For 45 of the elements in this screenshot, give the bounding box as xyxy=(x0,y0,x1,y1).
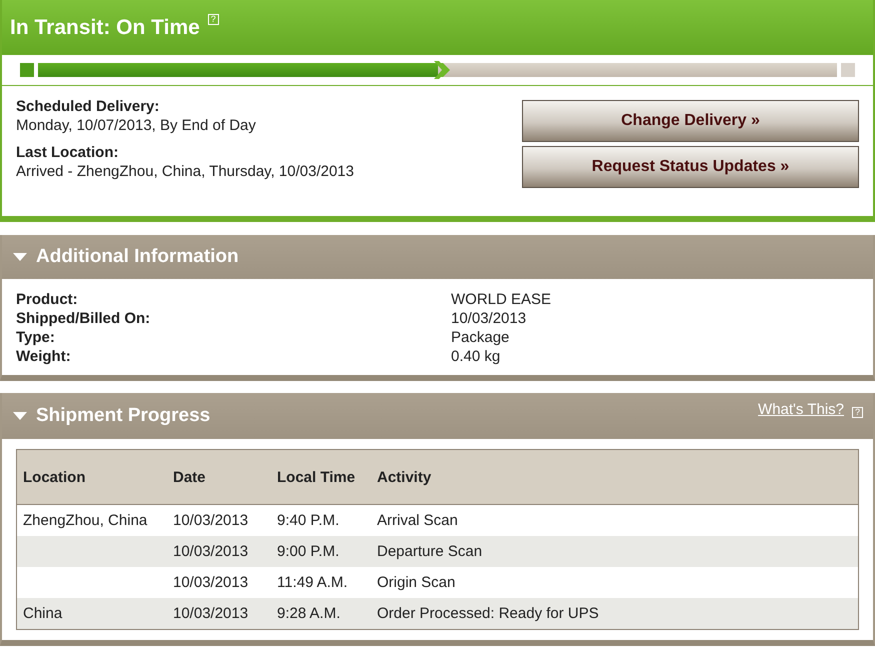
column-header: Local Time xyxy=(271,450,371,504)
info-label: Shipped/Billed On: xyxy=(16,310,152,327)
table-cell: China xyxy=(16,598,167,630)
action-button[interactable]: Change Delivery » xyxy=(522,100,859,142)
chevron-icon xyxy=(434,61,450,79)
table-cell: Arrival Scan xyxy=(371,504,858,536)
table-cell: Departure Scan xyxy=(371,536,858,567)
help-icon[interactable]: ? xyxy=(208,14,219,25)
field-label: Last Location: xyxy=(16,144,120,161)
action-button[interactable]: Request Status Updates » xyxy=(522,146,859,188)
table-cell: 10/03/2013 xyxy=(167,567,271,598)
info-label: Product: xyxy=(16,291,79,308)
column-header: Activity xyxy=(371,450,858,504)
table-cell: ZhengZhou, China xyxy=(16,504,167,536)
info-label: Type: xyxy=(16,329,56,346)
info-value: WORLD EASE xyxy=(451,291,552,308)
status-title: In Transit: On Time xyxy=(10,16,200,40)
whats-this-link[interactable]: What's This? xyxy=(758,401,844,418)
table-cell: 10/03/2013 xyxy=(167,598,271,630)
section-title: Additional Information xyxy=(36,246,239,268)
progress-end-marker xyxy=(841,63,855,77)
help-icon[interactable]: ? xyxy=(852,407,863,418)
field-label: Scheduled Delivery: xyxy=(16,98,160,115)
column-header: Date xyxy=(167,450,271,504)
collapse-triangle-icon[interactable] xyxy=(12,252,28,262)
field-value: Arrived - ZhengZhou, China, Thursday, 10/03/2013 xyxy=(16,163,354,180)
column-header: Location xyxy=(16,450,167,504)
table-cell: 11:49 A.M. xyxy=(271,567,371,598)
section-title: Shipment Progress xyxy=(36,405,210,427)
table-cell: Order Processed: Ready for UPS xyxy=(371,598,858,630)
collapse-triangle-icon[interactable] xyxy=(12,411,28,421)
table-cell: 9:28 A.M. xyxy=(271,598,371,630)
table-cell: Origin Scan xyxy=(371,567,858,598)
table-cell: 9:40 P.M. xyxy=(271,504,371,536)
info-value: Package xyxy=(451,329,510,346)
info-value: 0.40 kg xyxy=(451,348,502,365)
progress-start-marker xyxy=(20,63,34,77)
table-cell: 10/03/2013 xyxy=(167,536,271,567)
info-label: Weight: xyxy=(16,348,72,365)
section-header[interactable]: Additional Information xyxy=(2,235,873,279)
table-cell: 10/03/2013 xyxy=(167,504,271,536)
field-value: Monday, 10/07/2013, By End of Day xyxy=(16,117,257,134)
info-value: 10/03/2013 xyxy=(451,310,528,327)
section-header[interactable]: Shipment Progress What's This? ? xyxy=(2,393,873,439)
table-cell: 9:00 P.M. xyxy=(271,536,371,567)
